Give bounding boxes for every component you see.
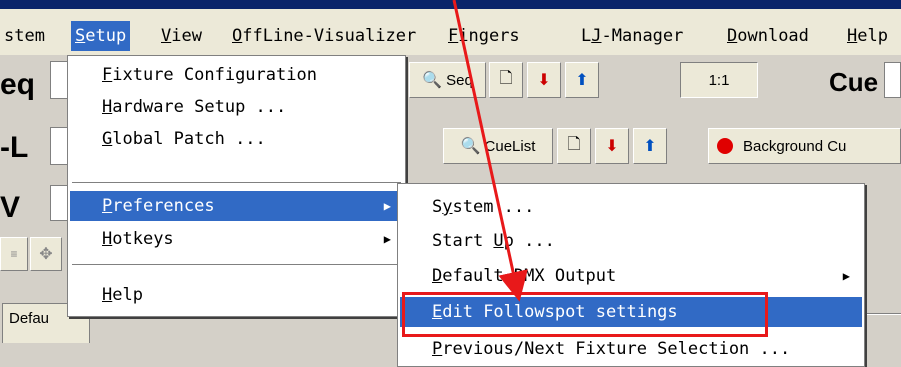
annotation-arrow (452, 0, 528, 302)
